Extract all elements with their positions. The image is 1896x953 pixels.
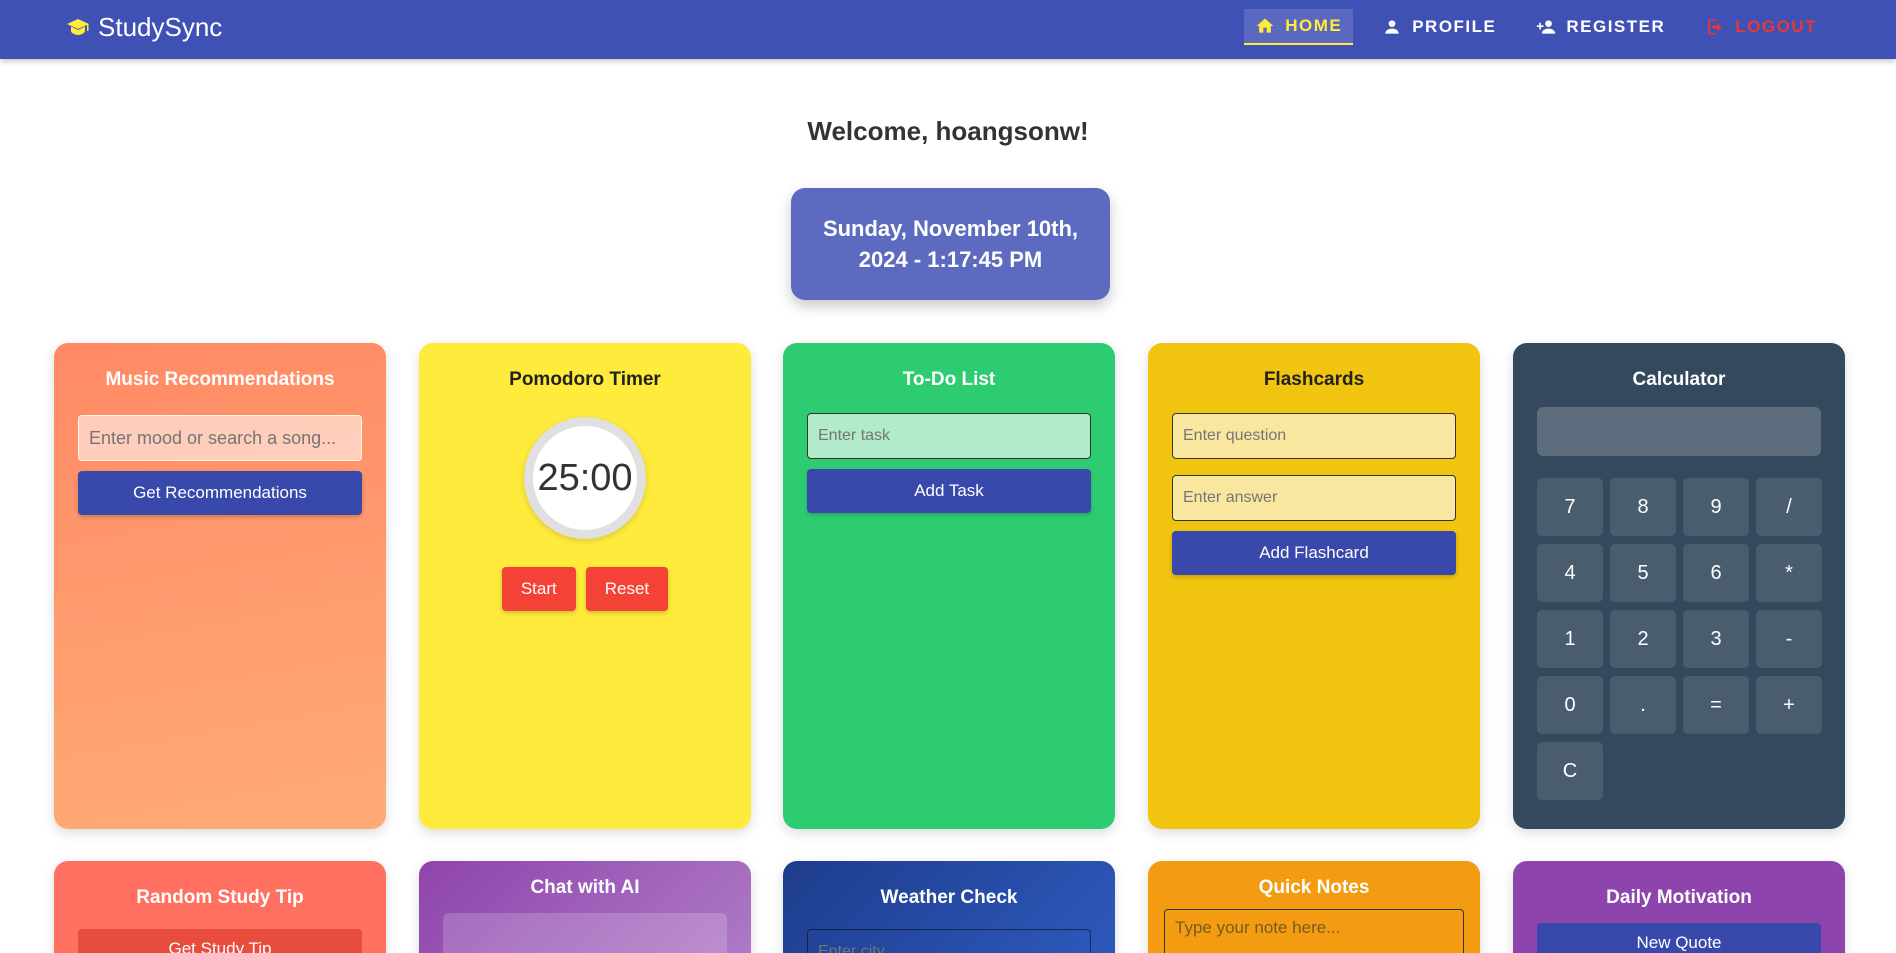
- calc-key-6[interactable]: 6: [1683, 544, 1749, 602]
- calc-key-clear[interactable]: C: [1537, 742, 1603, 800]
- calc-key-multiply[interactable]: *: [1756, 544, 1822, 602]
- calc-key-2[interactable]: 2: [1610, 610, 1676, 668]
- music-search-input[interactable]: [78, 415, 362, 461]
- answer-input[interactable]: [1172, 475, 1456, 521]
- calc-key-decimal[interactable]: .: [1610, 676, 1676, 734]
- calc-key-9[interactable]: 9: [1683, 478, 1749, 536]
- task-input[interactable]: [807, 413, 1091, 459]
- pomodoro-title: Pomodoro Timer: [509, 369, 661, 390]
- city-input[interactable]: [807, 929, 1091, 953]
- calc-key-4[interactable]: 4: [1537, 544, 1603, 602]
- timer-controls: Start Reset: [419, 567, 751, 611]
- quick-notes-card: Quick Notes Type your note here...: [1148, 861, 1480, 953]
- weather-card: Weather Check: [783, 861, 1115, 953]
- nav-home-label: HOME: [1285, 16, 1343, 35]
- home-icon: [1256, 18, 1274, 33]
- calc-key-plus[interactable]: +: [1756, 676, 1822, 734]
- chat-title: Chat with AI: [530, 877, 640, 898]
- reset-button[interactable]: Reset: [585, 567, 669, 611]
- datetime-display: Sunday, November 10th, 2024 - 1:17:45 PM: [791, 188, 1110, 300]
- start-button[interactable]: Start: [501, 567, 576, 611]
- music-title: Music Recommendations: [105, 369, 335, 390]
- logout-icon: [1708, 19, 1722, 35]
- timer-display: 25:00: [524, 417, 646, 539]
- person-add-icon: [1537, 20, 1556, 34]
- nav-logout-label: LOGOUT: [1735, 17, 1817, 36]
- calc-key-equals[interactable]: =: [1683, 676, 1749, 734]
- calc-key-minus[interactable]: -: [1756, 610, 1822, 668]
- question-input[interactable]: [1172, 413, 1456, 459]
- welcome-heading: Welcome, hoangsonw!: [807, 116, 1089, 146]
- calc-key-8[interactable]: 8: [1610, 478, 1676, 536]
- nav-register-label: REGISTER: [1566, 17, 1666, 36]
- quick-notes-title: Quick Notes: [1258, 877, 1370, 898]
- study-tip-title: Random Study Tip: [136, 887, 304, 908]
- flashcards-card: Flashcards Add Flashcard: [1148, 343, 1480, 829]
- study-tip-card: Random Study Tip Get Study Tip: [54, 861, 386, 953]
- person-icon: [1385, 20, 1399, 34]
- top-navbar: StudySync HOME PROFILE REGISTER LOGOUT: [0, 0, 1896, 59]
- flashcards-title: Flashcards: [1263, 369, 1365, 390]
- motivation-title: Daily Motivation: [1606, 887, 1752, 908]
- music-card: Music Recommendations Get Recommendation…: [54, 343, 386, 829]
- calc-key-3[interactable]: 3: [1683, 610, 1749, 668]
- nav-links: HOME PROFILE REGISTER LOGOUT: [1244, 9, 1828, 45]
- calc-key-1[interactable]: 1: [1537, 610, 1603, 668]
- motivation-card: Daily Motivation New Quote: [1513, 861, 1845, 953]
- nav-home[interactable]: HOME: [1244, 9, 1354, 45]
- calculator-keypad: 7 8 9 / 4 5 6 * 1 2 3 - 0 . = + C: [1537, 478, 1822, 800]
- add-flashcard-button[interactable]: Add Flashcard: [1172, 531, 1456, 575]
- nav-logout[interactable]: LOGOUT: [1694, 9, 1828, 45]
- calculator-title: Calculator: [1632, 369, 1726, 390]
- new-quote-button[interactable]: New Quote: [1537, 923, 1821, 953]
- brand-logo[interactable]: StudySync: [66, 12, 222, 43]
- calculator-display: [1537, 407, 1821, 456]
- nav-register[interactable]: REGISTER: [1525, 9, 1676, 45]
- todo-card: To-Do List Add Task: [783, 343, 1115, 829]
- calculator-card: Calculator 7 8 9 / 4 5 6 * 1 2 3 - 0 . =…: [1513, 343, 1845, 829]
- pomodoro-card: Pomodoro Timer 25:00 Start Reset: [419, 343, 751, 829]
- weather-title: Weather Check: [880, 887, 1018, 908]
- note-textarea[interactable]: Type your note here...: [1164, 909, 1464, 953]
- calc-key-0[interactable]: 0: [1537, 676, 1603, 734]
- graduation-cap-icon: [67, 18, 89, 35]
- nav-profile[interactable]: PROFILE: [1371, 9, 1507, 45]
- calc-key-5[interactable]: 5: [1610, 544, 1676, 602]
- get-recommendations-button[interactable]: Get Recommendations: [78, 471, 362, 515]
- get-study-tip-button[interactable]: Get Study Tip: [78, 929, 362, 953]
- todo-title: To-Do List: [902, 369, 996, 390]
- add-task-button[interactable]: Add Task: [807, 469, 1091, 513]
- chat-card: Chat with AI: [419, 861, 751, 953]
- nav-profile-label: PROFILE: [1412, 17, 1497, 36]
- brand-name: StudySync: [98, 12, 223, 42]
- calc-key-7[interactable]: 7: [1537, 478, 1603, 536]
- chat-window: [443, 913, 727, 953]
- calc-key-divide[interactable]: /: [1756, 478, 1822, 536]
